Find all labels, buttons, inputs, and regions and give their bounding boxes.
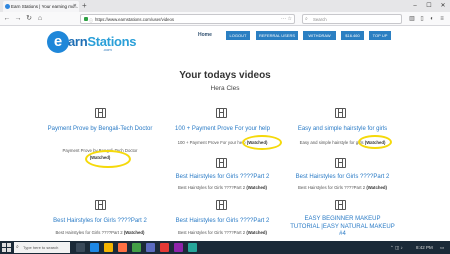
browser-search-placeholder: Search [313,17,327,22]
edge-icon[interactable] [90,243,99,252]
balance-button[interactable]: $16.460 [341,31,364,40]
video-description-text: Best Hairstyles for Girls ????Part 2 [55,230,123,235]
video-icon [335,108,346,118]
system-tray-icons[interactable]: ⌃ ◫ ♪ [390,241,403,254]
site-favicon-icon [5,4,10,9]
browser-tab[interactable]: Earn Stations | Your earning mo... ✕ [3,1,79,12]
user-name: Hera Cles [210,85,240,92]
video-title-link[interactable]: 100 + Payment Prove For your help [155,126,290,134]
file-explorer-icon[interactable] [104,243,113,252]
video-icon [216,200,227,210]
close-tab-icon[interactable]: ✕ [73,1,77,12]
forward-icon[interactable]: → [13,12,23,26]
bookmark-star-icon[interactable]: ☆ [288,15,292,23]
browser-tab-bar: Earn Stations | Your earning mo... ✕ + –… [0,0,450,12]
logo-domain: .com [103,47,112,52]
extension-icon[interactable]: ◐ [428,14,436,24]
app-icon[interactable] [160,243,169,252]
video-icon [335,200,346,210]
logo-mark: e [47,31,69,53]
new-tab-icon[interactable]: + [82,0,87,12]
chrome-icon[interactable] [132,243,141,252]
video-icon [95,108,106,118]
video-icon [216,108,227,118]
video-description-text: Best Hairstyles for Girls ????Part 2 [178,185,246,190]
notifications-icon[interactable]: ▭ [440,241,444,254]
library-icon[interactable]: ▥ [408,14,416,24]
top-up-button[interactable]: TOP UP [369,31,391,40]
watched-status-text: (Watched) [366,185,387,190]
video-title-link[interactable]: Easy and simple hairstyle for girls [275,126,410,134]
taskbar: ⌕ Type here to search ⌃ ◫ ♪ 8:42 PM ▭ [0,241,450,254]
watched-status-text: (Watched) [123,230,145,235]
video-description: Best Hairstyles for Girls ????Part 2 (Wa… [155,185,290,190]
search-icon: ⌕ [305,16,308,22]
watched-status-text: (Watched) [246,230,267,235]
video-icon [216,158,227,168]
lock-icon [84,17,88,21]
app-icon[interactable] [174,243,183,252]
app-icon[interactable] [188,243,197,252]
logo-wordmark-a: arn [68,34,88,49]
video-description-text: 100 + Payment Prove For your help [177,140,246,145]
video-description-text: Easy and simple hairstyle for girls [299,140,364,145]
video-description: Best Hairstyles for Girls ????Part 2 (Wa… [30,230,170,235]
maximize-icon[interactable]: ☐ [422,0,436,12]
withdraw-button[interactable]: WITHDRAW [303,31,336,40]
close-window-icon[interactable]: ✕ [436,0,450,12]
reload-icon[interactable]: ↻ [24,12,34,26]
video-title-link[interactable]: Best Hairstyles for Girls ????Part 2 [155,218,290,226]
video-icon [95,200,106,210]
app-icon[interactable] [146,243,155,252]
highlight-circle [242,135,282,150]
logout-button[interactable]: LOGOUT [226,31,250,40]
video-title-link[interactable]: EASY BEGINNER MAKEUP TUTORIAL |EASY NATU… [290,216,395,239]
address-bar-url: https://www.earnstations.com/user/videos [95,17,175,22]
video-title-link[interactable]: Best Hairstyles for Girls ????Part 2 [30,218,170,226]
video-title-link[interactable]: Payment Prove by Bengali-Tech Doctor [30,126,170,134]
video-title-link[interactable]: Best Hairstyles for Girls ????Part 2 [275,174,410,182]
task-view-icon[interactable] [76,243,85,252]
windows-start-icon[interactable] [2,243,11,252]
video-description-text: Best Hairstyles for Girls ????Part 2 [298,185,366,190]
watched-status-text: (Watched) [246,185,267,190]
taskbar-search-text: Type here to search [23,245,59,250]
video-description: Best Hairstyles for Girls ????Part 2 (Wa… [275,185,410,190]
site-header: e arnStations .com Home LOGOUT REFERRAL … [0,27,450,57]
address-bar[interactable]: ⓘ https://www.earnstations.com/user/vide… [80,14,295,24]
browser-toolbar: ← → ↻ ⌂ ⓘ https://www.earnstations.com/u… [0,12,450,26]
video-description-text: Best Hairstyles for Girls ????Part 2 [178,230,246,235]
page-title: Your todays videos [179,70,271,81]
search-icon: ⌕ [16,244,19,250]
page-actions-icon[interactable]: ··· [281,15,286,23]
minimize-icon[interactable]: – [408,0,422,12]
browser-search-input[interactable]: ⌕ Search [302,14,402,24]
highlight-circle [85,150,131,168]
video-description: Best Hairstyles for Girls ????Part 2 (Wa… [155,230,290,235]
sidebar-icon[interactable]: ▯ [418,14,426,24]
clock[interactable]: 8:42 PM [416,241,433,254]
menu-icon[interactable]: ≡ [438,14,446,24]
video-icon [335,158,346,168]
referral-users-button[interactable]: REFERRAL USERS [256,31,298,40]
site-logo[interactable]: e arnStations .com [47,31,137,53]
back-icon[interactable]: ← [2,12,12,26]
browser-tab-title: Earn Stations | Your earning mo... [11,4,79,9]
highlight-circle [358,135,392,149]
nav-home-link[interactable]: Home [198,32,212,38]
taskbar-search-input[interactable]: ⌕ Type here to search [14,242,70,253]
home-icon[interactable]: ⌂ [35,12,45,26]
video-title-link[interactable]: Best Hairstyles for Girls ????Part 2 [155,174,290,182]
info-icon[interactable]: ⓘ [89,16,93,23]
firefox-icon[interactable] [118,243,127,252]
